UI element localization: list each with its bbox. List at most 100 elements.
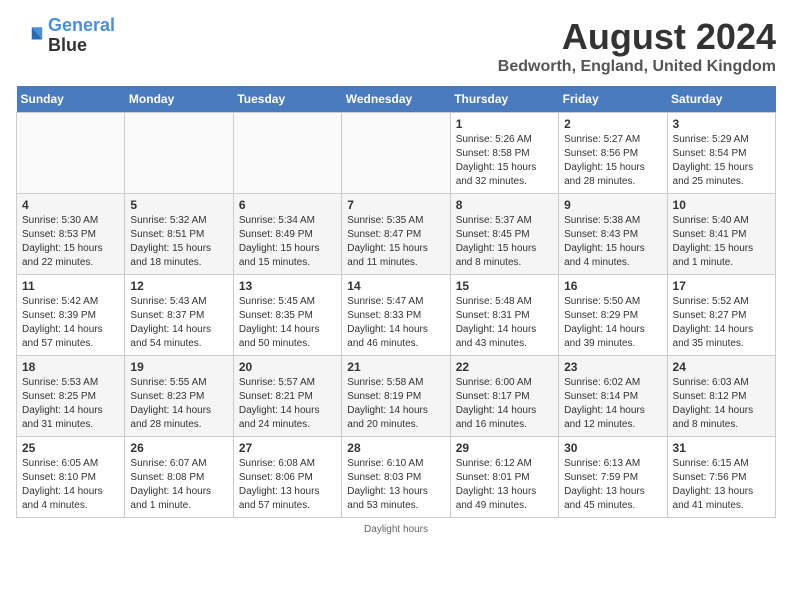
day-number: 26 xyxy=(130,441,227,455)
calendar-cell: 18 Sunrise: 5:53 AMSunset: 8:25 PMDayligh… xyxy=(17,356,125,437)
calendar-cell: 1 Sunrise: 5:26 AMSunset: 8:58 PMDaylight… xyxy=(450,113,558,194)
day-info: Sunrise: 5:29 AMSunset: 8:54 PMDaylight:… xyxy=(673,133,770,189)
day-info: Sunrise: 5:37 AMSunset: 8:45 PMDaylight:… xyxy=(456,214,553,270)
day-number: 3 xyxy=(673,117,770,131)
day-info: Sunrise: 5:32 AMSunset: 8:51 PMDaylight:… xyxy=(130,214,227,270)
day-info: Sunrise: 5:38 AMSunset: 8:43 PMDaylight:… xyxy=(564,214,661,270)
calendar-cell: 11 Sunrise: 5:42 AMSunset: 8:39 PMDayligh… xyxy=(17,275,125,356)
day-number: 8 xyxy=(456,198,553,212)
day-number: 20 xyxy=(239,360,336,374)
day-number: 28 xyxy=(347,441,444,455)
calendar-cell xyxy=(233,113,341,194)
day-number: 30 xyxy=(564,441,661,455)
day-info: Sunrise: 6:02 AMSunset: 8:14 PMDaylight:… xyxy=(564,376,661,432)
day-info: Sunrise: 5:47 AMSunset: 8:33 PMDaylight:… xyxy=(347,295,444,351)
day-number: 1 xyxy=(456,117,553,131)
calendar-table: SundayMondayTuesdayWednesdayThursdayFrid… xyxy=(16,86,776,518)
week-row-1: 1 Sunrise: 5:26 AMSunset: 8:58 PMDaylight… xyxy=(17,113,776,194)
day-number: 21 xyxy=(347,360,444,374)
header-day-monday: Monday xyxy=(125,86,233,113)
calendar-cell: 21Sunrise: 5:58 AMSunset: 8:19 PMDayligh… xyxy=(342,356,450,437)
calendar-cell: 12 Sunrise: 5:43 AMSunset: 8:37 PMDayligh… xyxy=(125,275,233,356)
day-number: 12 xyxy=(130,279,227,293)
day-number: 14 xyxy=(347,279,444,293)
header-row: SundayMondayTuesdayWednesdayThursdayFrid… xyxy=(17,86,776,113)
day-info: Sunrise: 5:40 AMSunset: 8:41 PMDaylight:… xyxy=(673,214,770,270)
day-info: Sunrise: 6:10 AMSunset: 8:03 PMDaylight:… xyxy=(347,457,444,513)
day-number: 22 xyxy=(456,360,553,374)
day-number: 27 xyxy=(239,441,336,455)
week-row-4: 18 Sunrise: 5:53 AMSunset: 8:25 PMDayligh… xyxy=(17,356,776,437)
day-info: Sunrise: 5:43 AMSunset: 8:37 PMDaylight:… xyxy=(130,295,227,351)
calendar-cell: 26 Sunrise: 6:07 AMSunset: 8:08 PMDayligh… xyxy=(125,437,233,518)
header-day-wednesday: Wednesday xyxy=(342,86,450,113)
day-number: 11 xyxy=(22,279,119,293)
day-number: 18 xyxy=(22,360,119,374)
day-number: 7 xyxy=(347,198,444,212)
calendar-body: 1 Sunrise: 5:26 AMSunset: 8:58 PMDaylight… xyxy=(17,113,776,518)
logo: General Blue xyxy=(16,16,115,56)
day-number: 25 xyxy=(22,441,119,455)
day-info: Sunrise: 6:08 AMSunset: 8:06 PMDaylight:… xyxy=(239,457,336,513)
day-info: Sunrise: 5:45 AMSunset: 8:35 PMDaylight:… xyxy=(239,295,336,351)
day-info: Sunrise: 6:07 AMSunset: 8:08 PMDaylight:… xyxy=(130,457,227,513)
title-area: August 2024 Bedworth, England, United Ki… xyxy=(498,16,776,76)
day-number: 2 xyxy=(564,117,661,131)
logo-icon xyxy=(16,22,44,50)
day-info: Sunrise: 5:52 AMSunset: 8:27 PMDaylight:… xyxy=(673,295,770,351)
logo-general: General xyxy=(48,15,115,35)
calendar-header: SundayMondayTuesdayWednesdayThursdayFrid… xyxy=(17,86,776,113)
calendar-cell: 27 Sunrise: 6:08 AMSunset: 8:06 PMDayligh… xyxy=(233,437,341,518)
day-number: 29 xyxy=(456,441,553,455)
day-number: 10 xyxy=(673,198,770,212)
day-info: Sunrise: 6:05 AMSunset: 8:10 PMDaylight:… xyxy=(22,457,119,513)
calendar-cell: 5 Sunrise: 5:32 AMSunset: 8:51 PMDaylight… xyxy=(125,194,233,275)
header-day-saturday: Saturday xyxy=(667,86,775,113)
calendar-cell: 3 Sunrise: 5:29 AMSunset: 8:54 PMDaylight… xyxy=(667,113,775,194)
day-info: Sunrise: 5:35 AMSunset: 8:47 PMDaylight:… xyxy=(347,214,444,270)
day-number: 15 xyxy=(456,279,553,293)
calendar-cell xyxy=(125,113,233,194)
header-day-sunday: Sunday xyxy=(17,86,125,113)
header-day-tuesday: Tuesday xyxy=(233,86,341,113)
day-number: 31 xyxy=(673,441,770,455)
week-row-2: 4 Sunrise: 5:30 AMSunset: 8:53 PMDaylight… xyxy=(17,194,776,275)
day-info: Sunrise: 6:15 AMSunset: 7:56 PMDaylight:… xyxy=(673,457,770,513)
page-title: August 2024 xyxy=(498,16,776,58)
calendar-cell: 28 Sunrise: 6:10 AMSunset: 8:03 PMDayligh… xyxy=(342,437,450,518)
calendar-cell: 4 Sunrise: 5:30 AMSunset: 8:53 PMDaylight… xyxy=(17,194,125,275)
day-number: 16 xyxy=(564,279,661,293)
header: General Blue August 2024 Bedworth, Engla… xyxy=(16,16,776,76)
day-info: Sunrise: 5:26 AMSunset: 8:58 PMDaylight:… xyxy=(456,133,553,189)
calendar-cell: 7 Sunrise: 5:35 AMSunset: 8:47 PMDaylight… xyxy=(342,194,450,275)
day-number: 4 xyxy=(22,198,119,212)
day-info: Sunrise: 5:30 AMSunset: 8:53 PMDaylight:… xyxy=(22,214,119,270)
calendar-cell: 29Sunrise: 6:12 AMSunset: 8:01 PMDayligh… xyxy=(450,437,558,518)
week-row-3: 11 Sunrise: 5:42 AMSunset: 8:39 PMDayligh… xyxy=(17,275,776,356)
day-info: Sunrise: 6:03 AMSunset: 8:12 PMDaylight:… xyxy=(673,376,770,432)
calendar-cell: 30Sunrise: 6:13 AMSunset: 7:59 PMDayligh… xyxy=(559,437,667,518)
day-number: 6 xyxy=(239,198,336,212)
calendar-cell: 8 Sunrise: 5:37 AMSunset: 8:45 PMDaylight… xyxy=(450,194,558,275)
day-number: 5 xyxy=(130,198,227,212)
calendar-cell: 22Sunrise: 6:00 AMSunset: 8:17 PMDayligh… xyxy=(450,356,558,437)
calendar-cell: 20Sunrise: 5:57 AMSunset: 8:21 PMDayligh… xyxy=(233,356,341,437)
logo-text: General Blue xyxy=(48,16,115,56)
page-subtitle: Bedworth, England, United Kingdom xyxy=(498,58,776,76)
calendar-cell: 16 Sunrise: 5:50 AMSunset: 8:29 PMDayligh… xyxy=(559,275,667,356)
header-day-thursday: Thursday xyxy=(450,86,558,113)
calendar-cell: 24Sunrise: 6:03 AMSunset: 8:12 PMDayligh… xyxy=(667,356,775,437)
calendar-cell: 10 Sunrise: 5:40 AMSunset: 8:41 PMDayligh… xyxy=(667,194,775,275)
day-info: Sunrise: 5:50 AMSunset: 8:29 PMDaylight:… xyxy=(564,295,661,351)
day-info: Sunrise: 5:53 AMSunset: 8:25 PMDaylight:… xyxy=(22,376,119,432)
header-day-friday: Friday xyxy=(559,86,667,113)
day-info: Sunrise: 5:42 AMSunset: 8:39 PMDaylight:… xyxy=(22,295,119,351)
day-number: 19 xyxy=(130,360,227,374)
day-info: Sunrise: 5:27 AMSunset: 8:56 PMDaylight:… xyxy=(564,133,661,189)
calendar-cell xyxy=(17,113,125,194)
calendar-cell: 2 Sunrise: 5:27 AMSunset: 8:56 PMDaylight… xyxy=(559,113,667,194)
calendar-cell: 6Sunrise: 5:34 AMSunset: 8:49 PMDaylight… xyxy=(233,194,341,275)
calendar-cell: 19Sunrise: 5:55 AMSunset: 8:23 PMDayligh… xyxy=(125,356,233,437)
calendar-cell: 25 Sunrise: 6:05 AMSunset: 8:10 PMDayligh… xyxy=(17,437,125,518)
logo-blue: Blue xyxy=(48,35,87,55)
